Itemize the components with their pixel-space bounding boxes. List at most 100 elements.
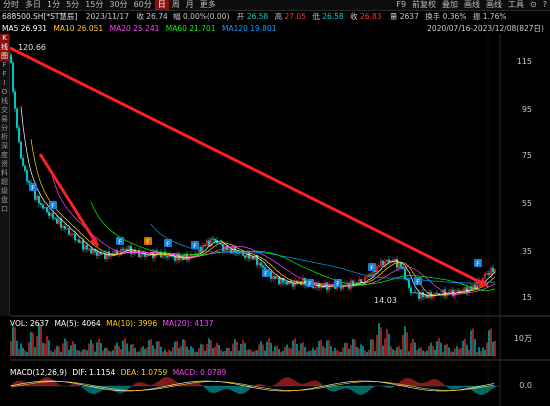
volume-bar [414,342,416,356]
volume-bar [66,341,68,356]
sidebar-item[interactable]: 度 [0,151,9,160]
close-label: 收 [136,12,144,21]
volume-bar [146,347,148,356]
volume-bar [206,344,208,356]
f-marker-label: F [476,261,480,268]
toolbar-tool[interactable]: ⊙ [527,0,540,10]
volume-bar [30,331,32,356]
volume-bar [106,347,108,356]
f-marker-label: F [118,239,122,246]
ma60-value: 21.701 [189,24,216,33]
volume-bar [244,343,246,356]
sidebar-item[interactable]: 级 [0,187,9,196]
volume-bar [368,349,370,356]
volume-bar [294,338,296,356]
volume-bar [208,338,210,356]
volume-bar [166,351,168,356]
volume-bar [282,350,284,356]
period-tab[interactable]: 周 [169,0,183,10]
sidebar-item[interactable]: 交 [0,106,9,115]
volume-bar [310,350,312,356]
volume-bar [488,330,490,356]
high-annotation: 120.66 [18,43,46,52]
period-tab[interactable]: 30分 [106,0,130,10]
volume-bar [474,339,476,356]
volume-bar [26,351,28,356]
sidebar-item[interactable]: F [0,61,9,70]
period-tab[interactable]: 多日 [22,0,44,10]
volume-bar [396,347,398,356]
period-tab[interactable]: 1分 [44,0,63,10]
sidebar-item[interactable]: 资 [0,160,9,169]
volume-bar [86,350,88,356]
low-label: 低 [312,12,320,21]
volume-bar [442,351,444,356]
toolbar-tool[interactable]: F9 [393,0,409,10]
toolbar-tool[interactable]: ? [540,0,550,10]
sidebar-item[interactable]: 易 [0,115,9,124]
volume-bar [194,351,196,356]
volume-bar [380,327,382,356]
sidebar-item[interactable]: 料 [0,169,9,178]
volume-bar [56,345,58,356]
sidebar-item[interactable]: 分 [0,124,9,133]
candle-body [278,276,280,285]
ma5-label: MA5 [2,24,19,33]
volume-bar [486,342,488,356]
volume-bar [416,349,418,356]
sidebar-item[interactable]: 口 [0,205,9,214]
volume-bar [352,338,354,356]
volume-bar [462,340,464,356]
volume-bar [236,341,238,356]
volume-bar [92,343,94,356]
volume-bar [386,328,388,356]
candle-body [414,291,416,293]
period-tab[interactable]: 月 [183,0,197,10]
candle-body [230,248,232,254]
sidebar-item[interactable]: I [0,79,9,88]
sidebar-item[interactable]: F [0,70,9,79]
period-tab[interactable]: 分时 [0,0,22,10]
volume-bar [182,339,184,356]
volume-bar [134,347,136,356]
toolbar-tool[interactable]: 画线 [461,0,483,10]
candle-body [388,259,390,263]
sidebar-item[interactable]: 线 [0,97,9,106]
toolbar-tool[interactable]: 工具 [505,0,527,10]
sidebar-item[interactable]: O [0,88,9,97]
sidebar-item[interactable]: 析 [0,133,9,142]
candle-body [238,252,240,254]
period-tab[interactable]: 60分 [131,0,155,10]
candle-body [458,290,460,292]
toolbar-tool[interactable]: 前复权 [409,0,439,10]
period-tab[interactable]: 5分 [63,0,82,10]
ma5-value: 26.931 [20,24,48,33]
sidebar-item[interactable]: 图 [0,52,9,61]
toolbar-tool[interactable]: 画线 [483,0,505,10]
volume-bar [406,332,408,356]
sidebar-item[interactable]: 盘 [0,196,9,205]
volume-bar [444,345,446,356]
toolbar-tool[interactable]: 叠加 [439,0,461,10]
volume-bar [124,338,126,356]
volume-bar [228,347,230,356]
kline-chart[interactable]: F F F F F F F F F F F F [10,34,550,406]
volume-bar [72,341,74,356]
candle-body [242,252,244,256]
volume-bar [214,346,216,356]
volume-bar [390,346,392,356]
candle-body [212,238,214,240]
volume-bar [130,344,132,356]
period-tab[interactable]: 日 [154,0,169,10]
volume-bar [62,343,64,356]
volume-bar [118,346,120,356]
macd-value: MACD: 0.0789 [172,368,227,377]
sidebar-item[interactable]: K线 [0,34,9,52]
volume-bar [338,351,340,356]
volume-bar [212,348,214,356]
sidebar-item[interactable]: 深 [0,142,9,151]
period-tab[interactable]: 15分 [82,0,106,10]
candle-body [60,218,62,228]
period-tab[interactable]: 更多 [197,0,219,10]
sidebar-item[interactable]: 超 [0,178,9,187]
